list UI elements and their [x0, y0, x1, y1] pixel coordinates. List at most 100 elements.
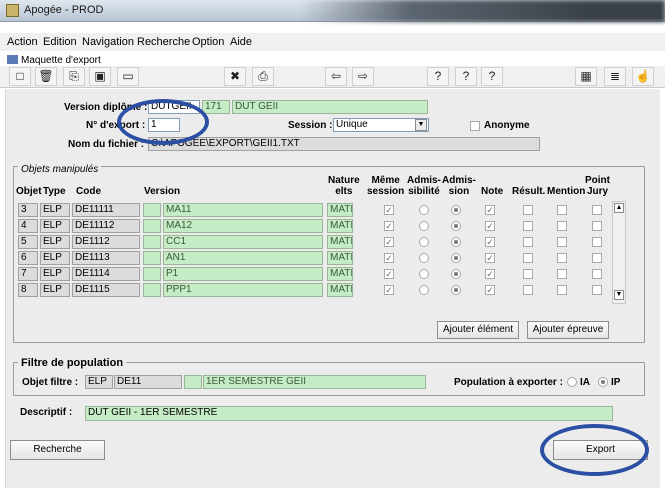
- population-ip-radio[interactable]: [598, 377, 608, 387]
- admissibilite-radio[interactable]: [419, 285, 429, 295]
- admission-radio[interactable]: [451, 221, 461, 231]
- row-nature[interactable]: MATI: [327, 267, 353, 281]
- row-version-num[interactable]: [143, 251, 161, 265]
- menu-option[interactable]: Option: [192, 36, 224, 48]
- row-version-num[interactable]: [143, 203, 161, 217]
- save-icon[interactable]: ▣: [89, 67, 111, 86]
- admissibilite-radio[interactable]: [419, 237, 429, 247]
- point-jury-checkbox[interactable]: [592, 237, 602, 247]
- mention-checkbox[interactable]: [557, 269, 567, 279]
- result-checkbox[interactable]: [523, 205, 533, 215]
- row-type[interactable]: ELP: [40, 267, 70, 281]
- row-objet-num[interactable]: 5: [18, 235, 38, 249]
- row-nature[interactable]: MATI: [327, 283, 353, 297]
- descriptif-field[interactable]: DUT GEII - 1ER SEMESTRE: [85, 406, 613, 421]
- point-jury-checkbox[interactable]: [592, 269, 602, 279]
- filtre-libelle-field[interactable]: 1ER SEMESTRE GEII: [203, 375, 426, 389]
- row-code[interactable]: DE11112: [72, 219, 140, 233]
- menu-navigation[interactable]: Navigation: [82, 36, 134, 48]
- note-checkbox[interactable]: ✓: [485, 285, 495, 295]
- note-checkbox[interactable]: ✓: [485, 253, 495, 263]
- row-code[interactable]: DE1115: [72, 283, 140, 297]
- menu-aide[interactable]: Aide: [230, 36, 252, 48]
- row-objet-num[interactable]: 4: [18, 219, 38, 233]
- admission-radio[interactable]: [451, 253, 461, 263]
- fichier-field[interactable]: C:\APOGEE\EXPORT\GEII1.TXT: [148, 137, 540, 151]
- meme-session-checkbox[interactable]: ✓: [384, 237, 394, 247]
- note-checkbox[interactable]: ✓: [485, 221, 495, 231]
- row-objet-num[interactable]: 7: [18, 267, 38, 281]
- row-code[interactable]: DE1113: [72, 251, 140, 265]
- population-ia-radio[interactable]: [567, 377, 577, 387]
- row-nature[interactable]: MATI: [327, 251, 353, 265]
- menu-recherche[interactable]: Recherche: [137, 36, 190, 48]
- admissibilite-radio[interactable]: [419, 269, 429, 279]
- row-version[interactable]: P1: [163, 267, 323, 281]
- row-version[interactable]: AN1: [163, 251, 323, 265]
- version-num-field[interactable]: 171: [202, 100, 230, 114]
- meme-session-checkbox[interactable]: ✓: [384, 205, 394, 215]
- result-checkbox[interactable]: [523, 269, 533, 279]
- mention-checkbox[interactable]: [557, 205, 567, 215]
- screen-icon[interactable]: ▭: [117, 67, 139, 86]
- meme-session-checkbox[interactable]: ✓: [384, 269, 394, 279]
- add-element-button[interactable]: Ajouter élément: [437, 321, 519, 339]
- arrow-left-icon[interactable]: ⇦: [325, 67, 347, 86]
- admissibilite-radio[interactable]: [419, 205, 429, 215]
- meme-session-checkbox[interactable]: ✓: [384, 221, 394, 231]
- version-name-field[interactable]: DUT GEII: [232, 100, 428, 114]
- row-version[interactable]: CC1: [163, 235, 323, 249]
- meme-session-checkbox[interactable]: ✓: [384, 253, 394, 263]
- copy-icon[interactable]: ⎘: [63, 67, 85, 86]
- filtre-code-field[interactable]: DE11: [114, 375, 182, 389]
- point-jury-checkbox[interactable]: [592, 205, 602, 215]
- add-epreuve-button[interactable]: Ajouter épreuve: [527, 321, 609, 339]
- calculator-icon[interactable]: ▦: [575, 67, 597, 86]
- print-icon[interactable]: ⎙: [252, 67, 274, 86]
- result-checkbox[interactable]: [523, 221, 533, 231]
- row-version[interactable]: MA12: [163, 219, 323, 233]
- row-objet-num[interactable]: 6: [18, 251, 38, 265]
- meme-session-checkbox[interactable]: ✓: [384, 285, 394, 295]
- mention-checkbox[interactable]: [557, 285, 567, 295]
- note-checkbox[interactable]: ✓: [485, 205, 495, 215]
- row-nature[interactable]: MATI: [327, 203, 353, 217]
- admissibilite-radio[interactable]: [419, 221, 429, 231]
- row-type[interactable]: ELP: [40, 235, 70, 249]
- row-code[interactable]: DE1114: [72, 267, 140, 281]
- admission-radio[interactable]: [451, 205, 461, 215]
- admission-radio[interactable]: [451, 237, 461, 247]
- row-version[interactable]: PPP1: [163, 283, 323, 297]
- row-type[interactable]: ELP: [40, 203, 70, 217]
- note-checkbox[interactable]: ✓: [485, 269, 495, 279]
- point-jury-checkbox[interactable]: [592, 221, 602, 231]
- row-version-num[interactable]: [143, 235, 161, 249]
- row-nature[interactable]: MATI: [327, 219, 353, 233]
- row-code[interactable]: DE11111: [72, 203, 140, 217]
- row-version[interactable]: MA11: [163, 203, 323, 217]
- chevron-down-icon[interactable]: ▼: [415, 119, 427, 131]
- row-objet-num[interactable]: 3: [18, 203, 38, 217]
- admissibilite-radio[interactable]: [419, 253, 429, 263]
- result-checkbox[interactable]: [523, 253, 533, 263]
- scroll-up-icon[interactable]: ▲: [614, 203, 624, 213]
- row-nature[interactable]: MATI: [327, 235, 353, 249]
- row-version-num[interactable]: [143, 219, 161, 233]
- help-book-icon[interactable]: ?: [481, 67, 503, 86]
- menu-action[interactable]: Action: [7, 36, 38, 48]
- scroll-down-icon[interactable]: ▼: [614, 290, 624, 300]
- help-query-icon[interactable]: ?: [427, 67, 449, 86]
- row-version-num[interactable]: [143, 267, 161, 281]
- list-icon[interactable]: ≣: [604, 67, 626, 86]
- delete-icon[interactable]: 🗑: [35, 67, 57, 86]
- mention-checkbox[interactable]: [557, 237, 567, 247]
- result-checkbox[interactable]: [523, 285, 533, 295]
- result-checkbox[interactable]: [523, 237, 533, 247]
- admission-radio[interactable]: [451, 285, 461, 295]
- row-objet-num[interactable]: 8: [18, 283, 38, 297]
- filtre-num-field[interactable]: [184, 375, 202, 389]
- anonyme-checkbox[interactable]: [470, 121, 480, 131]
- recherche-button[interactable]: Recherche: [10, 440, 105, 460]
- tools-icon[interactable]: ✖: [224, 67, 246, 86]
- admission-radio[interactable]: [451, 269, 461, 279]
